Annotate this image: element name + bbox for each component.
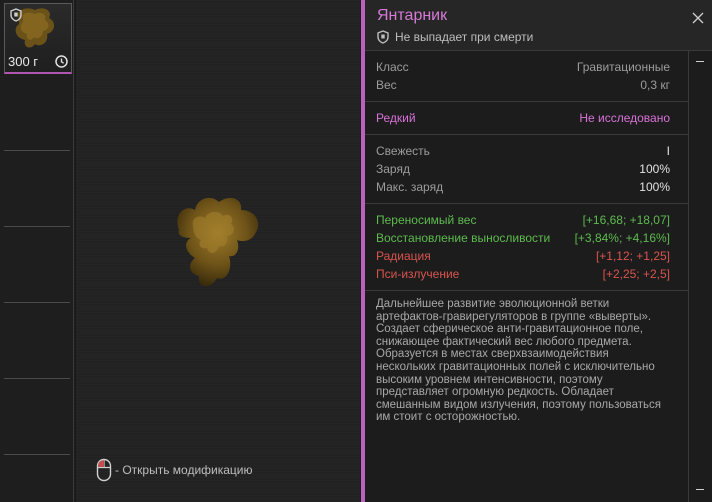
condition-value: 100% <box>639 162 670 176</box>
effect-value: [+2,25; +2,5] <box>602 267 670 281</box>
condition-section: Свежесть I Заряд 100% Макс. заряд 100% <box>365 135 688 204</box>
effect-row-psi: Пси-излучение [+2,25; +2,5] <box>365 265 688 283</box>
effect-row-radiation: Радиация [+1,12; +1,25] <box>365 247 688 265</box>
effects-section: Переносимый вес [+16,68; +18,07] Восстан… <box>365 204 688 291</box>
scroll-down-button[interactable] <box>696 489 704 490</box>
stat-label: Класс <box>376 60 409 74</box>
condition-label: Заряд <box>376 162 410 176</box>
effect-value: [+16,68; +18,07] <box>582 213 670 227</box>
effect-label: Восстановление выносливости <box>376 231 551 245</box>
hint-text: - Открыть модификацию <box>115 463 253 477</box>
effect-row-carry-weight: Переносимый вес [+16,68; +18,07] <box>365 211 688 229</box>
inventory-slot-selected[interactable]: 300 г <box>4 3 72 74</box>
rarity-section: Редкий Не исследовано <box>365 102 688 135</box>
item-info-panel: Янтарник Не выпадает при смерти Класс Гр… <box>361 0 712 502</box>
condition-row-freshness: Свежесть I <box>365 142 688 160</box>
effect-value: [+1,12; +1,25] <box>595 249 670 263</box>
panel-header: Янтарник Не выпадает при смерти <box>365 0 712 51</box>
panel-body: Класс Гравитационные Вес 0,3 кг Редкий Н… <box>365 51 688 424</box>
scroll-up-button[interactable] <box>696 61 704 62</box>
stat-value: 0,3 кг <box>640 78 670 92</box>
inventory-column: 300 г <box>0 0 74 502</box>
inventory-slot-divider <box>4 378 70 379</box>
item-weight-label: 300 г <box>8 54 39 69</box>
clock-icon <box>55 55 68 73</box>
inventory-slot-divider <box>4 454 70 455</box>
condition-label: Макс. заряд <box>376 180 444 194</box>
rarity-row: Редкий Не исследовано <box>365 109 688 127</box>
close-icon[interactable] <box>691 11 705 25</box>
stat-row-class: Класс Гравитационные <box>365 58 688 76</box>
open-modification-hint: - Открыть модификацию <box>96 458 253 482</box>
condition-value: I <box>666 144 670 158</box>
effect-value: [+3,84%; +4,16%] <box>574 231 670 245</box>
inventory-slot-divider <box>4 150 70 151</box>
condition-row-charge: Заряд 100% <box>365 160 688 178</box>
condition-row-max-charge: Макс. заряд 100% <box>365 178 688 196</box>
condition-label: Свежесть <box>376 144 430 158</box>
rarity-label: Редкий <box>376 111 416 125</box>
effect-label: Переносимый вес <box>376 213 477 227</box>
stats-section: Класс Гравитационные Вес 0,3 кг <box>365 51 688 102</box>
item-preview-area: - Открыть модификацию <box>76 0 360 502</box>
stat-label: Вес <box>376 78 397 92</box>
stat-row-weight: Вес 0,3 кг <box>365 76 688 94</box>
stat-value: Гравитационные <box>576 60 670 74</box>
item-title: Янтарник <box>377 7 448 24</box>
panel-scrollbar[interactable] <box>688 51 712 502</box>
no-drop-label: Не выпадает при смерти <box>395 30 534 44</box>
effect-label: Пси-излучение <box>376 267 460 281</box>
effect-row-stamina-regen: Восстановление выносливости [+3,84%; +4,… <box>365 229 688 247</box>
item-subtitle: Не выпадает при смерти <box>377 30 533 44</box>
condition-value: 100% <box>639 180 670 194</box>
shield-icon <box>10 8 22 27</box>
research-status: Не исследовано <box>579 111 670 125</box>
artifact-preview-image <box>177 197 259 287</box>
shield-icon <box>377 30 389 44</box>
inventory-slot-divider <box>4 302 70 303</box>
inventory-slot-divider <box>4 226 70 227</box>
mouse-icon <box>96 458 112 482</box>
item-description: Дальнейшее развитие эволюционной ветки а… <box>376 298 662 424</box>
effect-label: Радиация <box>376 249 431 263</box>
